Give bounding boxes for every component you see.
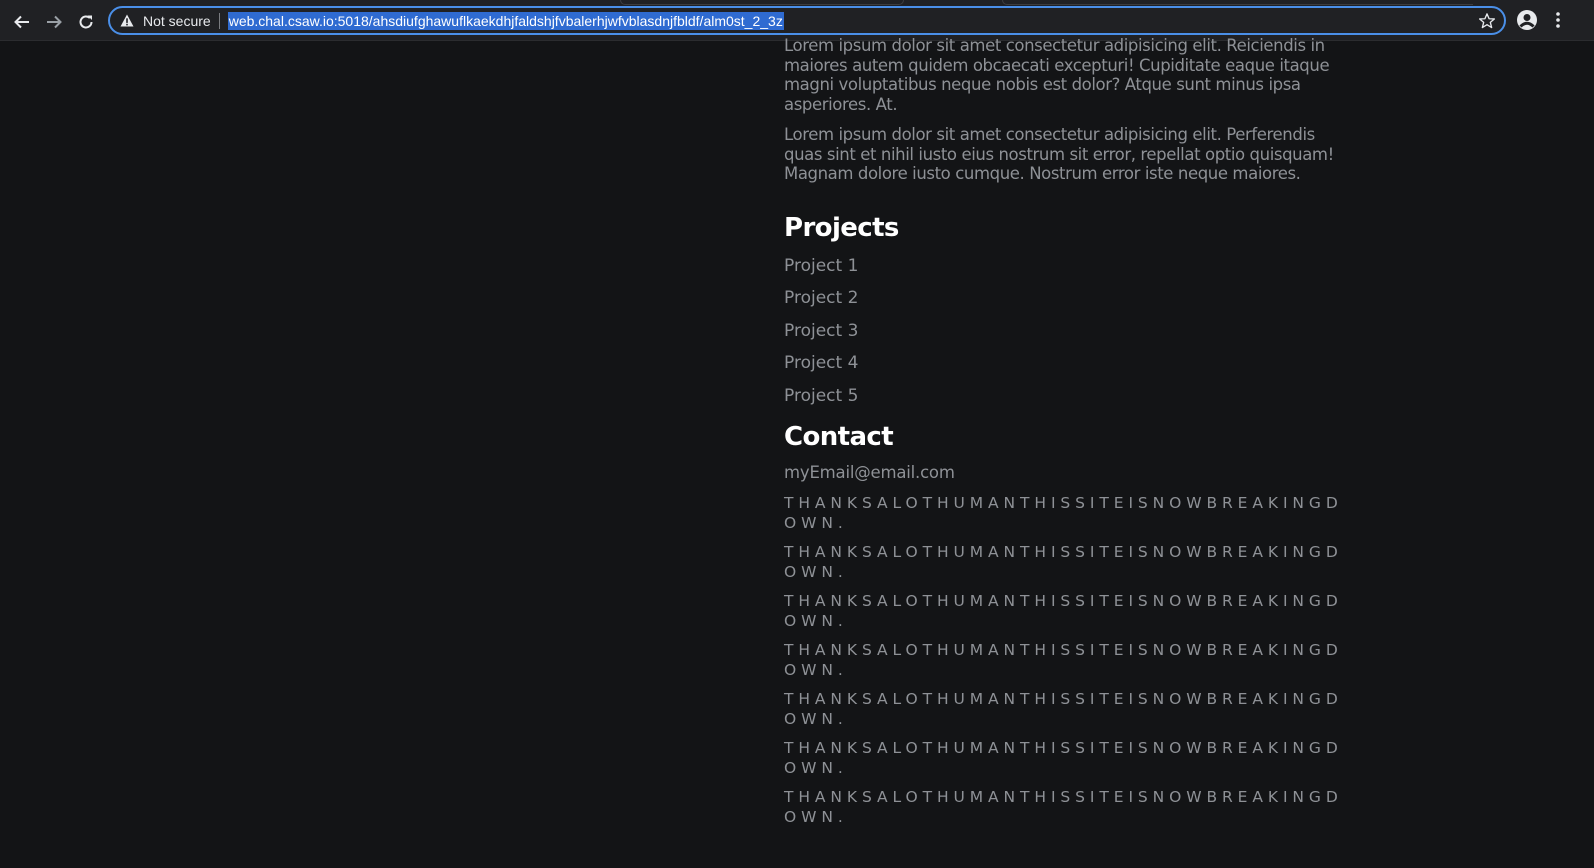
forward-arrow-icon bbox=[47, 15, 62, 29]
forward-button[interactable] bbox=[40, 8, 68, 36]
warning-icon[interactable] bbox=[120, 14, 134, 28]
about-section: Lorem ipsum dolor sit amet consectetur a… bbox=[784, 36, 1344, 184]
back-button[interactable] bbox=[8, 8, 36, 36]
bookmark-star-button[interactable] bbox=[1478, 12, 1496, 30]
about-paragraph: Lorem ipsum dolor sit amet consectetur a… bbox=[784, 36, 1330, 115]
profile-button[interactable] bbox=[1516, 9, 1538, 31]
star-icon bbox=[1478, 13, 1496, 29]
profile-icon bbox=[1517, 10, 1537, 30]
breakdown-message: THANKSALOTHUMANTHISSITEISNOWBREAKINGDOWN… bbox=[784, 592, 1343, 631]
contact-email: myEmail@email.com bbox=[784, 463, 955, 483]
project-link[interactable]: Project 5 bbox=[784, 386, 1344, 419]
contact-section: Contact myEmail@email.com THANKSALOTHUMA… bbox=[784, 422, 1344, 827]
contact-heading: Contact bbox=[784, 422, 894, 453]
browser-toolbar: Not secure web.chal.csaw.io:5018/ahsdiuf… bbox=[0, 0, 1594, 41]
about-paragraph: Lorem ipsum dolor sit amet consectetur a… bbox=[784, 124, 1334, 184]
reload-button[interactable] bbox=[72, 8, 100, 36]
breakdown-message: THANKSALOTHUMANTHISSITEISNOWBREAKINGDOWN… bbox=[784, 641, 1343, 680]
security-label[interactable]: Not secure bbox=[143, 13, 211, 29]
divider bbox=[218, 12, 220, 29]
breakdown-message: THANKSALOTHUMANTHISSITEISNOWBREAKINGDOWN… bbox=[784, 739, 1343, 778]
breakdown-message: THANKSALOTHUMANTHISSITEISNOWBREAKINGDOWN… bbox=[784, 543, 1343, 582]
projects-heading: Projects bbox=[784, 212, 899, 243]
more-menu-button[interactable] bbox=[1553, 9, 1563, 31]
tab-strip-edge bbox=[1002, 0, 1473, 5]
breakdown-message: THANKSALOTHUMANTHISSITEISNOWBREAKINGDOWN… bbox=[784, 788, 1343, 827]
project-link[interactable]: Project 1 bbox=[784, 256, 1344, 289]
project-link[interactable]: Project 2 bbox=[784, 288, 1344, 321]
project-link[interactable]: Project 3 bbox=[784, 321, 1344, 354]
more-menu-icon bbox=[1556, 12, 1560, 28]
breakdown-message: THANKSALOTHUMANTHISSITEISNOWBREAKINGDOWN… bbox=[784, 690, 1343, 729]
reload-icon bbox=[79, 15, 93, 29]
breakdown-message: THANKSALOTHUMANTHISSITEISNOWBREAKINGDOWN… bbox=[784, 494, 1343, 533]
back-arrow-icon bbox=[14, 15, 29, 29]
address-bar[interactable]: Not secure web.chal.csaw.io:5018/ahsdiuf… bbox=[108, 6, 1506, 35]
project-link[interactable]: Project 4 bbox=[784, 353, 1344, 386]
tab-strip-edge bbox=[620, 0, 904, 5]
url-text[interactable]: web.chal.csaw.io:5018/ahsdiufghawuflkaek… bbox=[227, 11, 784, 30]
projects-section: Projects Project 1 Project 2 Project 3 P… bbox=[784, 213, 1344, 419]
page-content: Lorem ipsum dolor sit amet consectetur a… bbox=[784, 36, 1344, 827]
